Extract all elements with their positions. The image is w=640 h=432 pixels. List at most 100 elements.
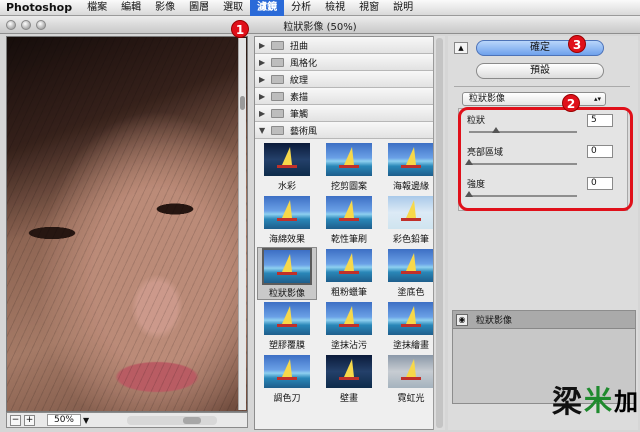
annotation-badge-1: 1 bbox=[231, 20, 249, 38]
filter-thumbnail[interactable]: 塗抹繪畫 bbox=[381, 300, 441, 353]
sailboat-hull bbox=[339, 218, 359, 221]
expand-triangle-icon[interactable]: ▶ bbox=[259, 41, 269, 50]
category-distort[interactable]: ▶ 扭曲 bbox=[255, 37, 443, 54]
app-menu[interactable]: Photoshop bbox=[0, 1, 80, 14]
sailboat-sail bbox=[344, 306, 354, 324]
filter-thumbnail[interactable]: 調色刀 bbox=[257, 353, 317, 406]
expand-triangle-icon[interactable]: ▶ bbox=[259, 58, 269, 67]
category-label: 筆觸 bbox=[290, 109, 309, 120]
sailboat-hull bbox=[277, 324, 297, 327]
filter-preview-image bbox=[264, 196, 310, 229]
filter-thumbnail[interactable]: 乾性筆刷 bbox=[319, 194, 379, 247]
filter-preview-image bbox=[264, 302, 310, 335]
menu-analysis[interactable]: 分析 bbox=[284, 0, 318, 16]
sailboat-hull bbox=[401, 271, 421, 274]
expand-triangle-icon[interactable]: ▶ bbox=[259, 75, 269, 84]
menu-layer[interactable]: 圖層 bbox=[182, 0, 216, 16]
filter-preview-image bbox=[326, 143, 372, 176]
filter-select-value: 粒狀影像 bbox=[469, 94, 506, 104]
filter-label: 海綿效果 bbox=[268, 235, 305, 245]
sailboat-sail bbox=[344, 200, 354, 218]
effect-layer-row[interactable]: ◉ 粒狀影像 bbox=[453, 311, 635, 329]
folder-open-icon bbox=[271, 125, 284, 135]
category-label: 素描 bbox=[290, 92, 309, 103]
menu-edit[interactable]: 編輯 bbox=[114, 0, 148, 16]
filter-thumbnail[interactable]: 塗底色 bbox=[381, 247, 441, 300]
preview-horizontal-scrollbar[interactable] bbox=[127, 415, 218, 425]
zoom-level[interactable]: 50% bbox=[47, 414, 81, 426]
visibility-eye-icon[interactable]: ◉ bbox=[456, 313, 468, 326]
effect-layer-name: 粒狀影像 bbox=[476, 316, 513, 326]
filter-thumbnail[interactable]: 塑膠覆膜 bbox=[257, 300, 317, 353]
filter-preview-image bbox=[326, 196, 372, 229]
filter-label: 挖剪圖案 bbox=[330, 182, 367, 192]
filter-thumbnail[interactable]: 挖剪圖案 bbox=[319, 141, 379, 194]
zoom-bar: − + 50% ▼ bbox=[6, 412, 248, 428]
expand-triangle-icon[interactable]: ▶ bbox=[259, 92, 269, 101]
sailboat-hull bbox=[401, 165, 421, 168]
filter-thumbnail[interactable]: 霓虹光 bbox=[381, 353, 441, 406]
sailboat-hull bbox=[339, 271, 359, 274]
filter-thumbnail[interactable]: 海綿效果 bbox=[257, 194, 317, 247]
folder-icon bbox=[271, 108, 284, 118]
category-label: 紋理 bbox=[290, 75, 309, 86]
category-sketch[interactable]: ▶ 素描 bbox=[255, 88, 443, 105]
collapse-gallery-button[interactable]: ▲ bbox=[454, 42, 468, 54]
menu-window[interactable]: 視窗 bbox=[352, 0, 386, 16]
menu-bar: Photoshop 檔案 編輯 影像 圖層 選取 濾鏡 分析 檢視 視窗 說明 bbox=[0, 0, 640, 16]
sailboat-hull bbox=[339, 165, 359, 168]
default-button[interactable]: 預設 bbox=[476, 63, 604, 79]
settings-panel: ▲ 確定 預設 粒狀影像 ▴▾ 粒狀 5 亮部區域 0 強度 0 ◉ 粒狀影像 bbox=[448, 36, 638, 430]
menu-file[interactable]: 檔案 bbox=[80, 0, 114, 16]
scroll-thumb[interactable] bbox=[183, 416, 202, 424]
filter-select[interactable]: 粒狀影像 ▴▾ bbox=[462, 92, 606, 106]
sailboat-hull bbox=[277, 165, 297, 168]
menu-image[interactable]: 影像 bbox=[148, 0, 182, 16]
zoom-dropdown-icon[interactable]: ▼ bbox=[83, 416, 89, 425]
filter-thumbnail[interactable]: 海報邊緣 bbox=[381, 141, 441, 194]
image-preview[interactable] bbox=[6, 36, 248, 412]
scroll-thumb[interactable] bbox=[436, 38, 443, 428]
expand-triangle-icon[interactable]: ▶ bbox=[259, 109, 269, 118]
menu-select[interactable]: 選取 bbox=[216, 0, 250, 16]
category-artistic[interactable]: ▼ 藝術風 bbox=[255, 122, 443, 139]
menu-help[interactable]: 說明 bbox=[386, 0, 420, 16]
scroll-thumb[interactable] bbox=[240, 96, 245, 110]
menu-view[interactable]: 檢視 bbox=[318, 0, 352, 16]
filter-preview-image bbox=[388, 143, 434, 176]
sailboat-hull bbox=[339, 377, 359, 380]
filter-gallery: ▶ 扭曲 ▶ 風格化 ▶ 紋理 ▶ 素描 ▶ 筆觸 ▼ 藝術風 水彩 挖剪圖案 海報邊緣海綿效果… bbox=[254, 36, 444, 430]
zoom-out-button[interactable]: − bbox=[10, 414, 21, 426]
filter-thumbnail-grid: 水彩 挖剪圖案 海報邊緣海綿效果 乾性筆刷 彩色鉛筆粒狀影像 粗粉蠟筆 塗底色塑膠覆膜 塗抹沾… bbox=[255, 139, 443, 406]
category-brush-strokes[interactable]: ▶ 筆觸 bbox=[255, 105, 443, 122]
logo-glyph-2: 米 bbox=[584, 384, 613, 417]
collapse-triangle-icon[interactable]: ▼ bbox=[259, 126, 269, 135]
folder-icon bbox=[271, 91, 284, 101]
filter-label: 水彩 bbox=[277, 182, 296, 192]
filter-thumbnail[interactable]: 粒狀影像 bbox=[257, 247, 317, 300]
filter-preview-image bbox=[388, 196, 434, 229]
menu-filter[interactable]: 濾鏡 bbox=[250, 0, 285, 16]
filter-thumbnail[interactable]: 彩色鉛筆 bbox=[381, 194, 441, 247]
category-texture[interactable]: ▶ 紋理 bbox=[255, 71, 443, 88]
filter-label: 粒狀影像 bbox=[268, 289, 305, 299]
filter-thumbnail[interactable]: 水彩 bbox=[257, 141, 317, 194]
filter-label: 彩色鉛筆 bbox=[392, 235, 429, 245]
window-title-bar: 粒狀影像 (50%) bbox=[0, 16, 640, 34]
filter-preview-image bbox=[326, 249, 372, 282]
filter-preview-image bbox=[388, 302, 434, 335]
filter-preview-image bbox=[326, 355, 372, 388]
sailboat-sail bbox=[282, 200, 292, 218]
gallery-scrollbar[interactable] bbox=[433, 36, 445, 430]
category-stylize[interactable]: ▶ 風格化 bbox=[255, 54, 443, 71]
filter-preview-image bbox=[264, 143, 310, 176]
zoom-in-button[interactable]: + bbox=[24, 414, 35, 426]
category-label: 扭曲 bbox=[290, 41, 309, 52]
filter-thumbnail[interactable]: 粗粉蠟筆 bbox=[319, 247, 379, 300]
filter-label: 海報邊緣 bbox=[392, 182, 429, 192]
filter-preview-image bbox=[264, 355, 310, 388]
preview-vertical-scrollbar[interactable] bbox=[238, 38, 246, 410]
sailboat-sail bbox=[282, 147, 292, 165]
filter-thumbnail[interactable]: 塗抹沾污 bbox=[319, 300, 379, 353]
filter-thumbnail[interactable]: 壁畫 bbox=[319, 353, 379, 406]
